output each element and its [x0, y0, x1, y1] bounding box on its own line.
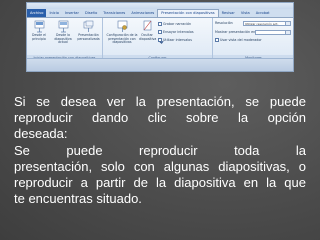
custom-slide-show-icon: [83, 20, 94, 32]
set-up-slide-show-button[interactable]: Configuración de la presentación con dia…: [105, 20, 139, 45]
body-line: te encuentras situado.: [14, 191, 142, 207]
resolution-value: Utilizar resolución act.: [245, 22, 279, 26]
rehearse-timings-checkbox[interactable]: Ensayar intervalos: [158, 29, 194, 35]
body-line: Se puede reproducir toda la: [14, 142, 306, 158]
record-narration-check-icon: [158, 22, 162, 26]
ribbon-panel: Desde el principio Desde la diapositiva …: [27, 18, 293, 61]
powerpoint-ribbon-screenshot: Archivo Inicio Insertar Diseño Transicio…: [26, 2, 294, 72]
group-set-up: Configuración de la presentación con dia…: [103, 18, 213, 61]
group-start-slide-show: Desde el principio Desde la diapositiva …: [27, 18, 103, 61]
tab-slide-show[interactable]: Presentación con diapositivas: [157, 9, 219, 17]
presenter-view-check-icon: [215, 38, 219, 42]
resolution-label-row: Resolución: [215, 20, 233, 26]
tab-acrobat[interactable]: Acrobat: [253, 9, 273, 17]
use-timings-checkbox[interactable]: Utilizar intervalos: [158, 37, 192, 43]
status-bar: [27, 58, 293, 71]
ribbon-tab-bar: Archivo Inicio Insertar Diseño Transicio…: [27, 9, 293, 18]
hide-slide-label: Ocultar diapositiva: [139, 33, 157, 41]
record-narration-label: Grabar narración: [163, 22, 192, 26]
rehearse-timings-check-icon: [158, 30, 162, 34]
tab-transitions[interactable]: Transiciones: [100, 9, 128, 17]
set-up-slide-show-label: Configuración de la presentación con dia…: [106, 33, 138, 45]
tab-home[interactable]: Inicio: [46, 9, 62, 17]
body-line: reproducir dando clic sobre la opción: [14, 110, 306, 126]
tab-file[interactable]: Archivo: [27, 9, 47, 17]
rehearse-timings-label: Ensayar intervalos: [163, 30, 194, 34]
resolution-label: Resolución: [215, 21, 233, 25]
slide-body-text: Si se desea ver la presentación, se pued…: [14, 94, 306, 207]
set-up-slide-show-icon: [117, 20, 127, 32]
show-on-label-row: Mostrar presentación en: [215, 29, 255, 35]
show-on-select[interactable]: [255, 30, 291, 35]
from-beginning-icon: [34, 20, 44, 33]
body-line: Si se desea ver la presentación, se pued…: [14, 94, 306, 109]
presenter-view-checkbox[interactable]: Usar vista del moderador: [215, 37, 262, 43]
use-timings-check-icon: [158, 38, 162, 42]
slide-background: Archivo Inicio Insertar Diseño Transicio…: [0, 0, 320, 240]
show-on-label: Mostrar presentación en: [215, 30, 256, 34]
body-line: presentación, solo con algunas diapositi…: [14, 158, 306, 174]
custom-slide-show-button[interactable]: Presentación personalizada: [76, 20, 101, 41]
chevron-down-icon: [285, 31, 290, 34]
use-timings-label: Utilizar intervalos: [163, 38, 192, 42]
tab-view[interactable]: Vista: [238, 9, 253, 17]
hide-slide-icon: [143, 20, 151, 31]
tab-design[interactable]: Diseño: [82, 9, 100, 17]
from-beginning-button[interactable]: Desde el principio: [28, 20, 50, 41]
from-current-slide-label: Desde la diapositiva actual: [54, 33, 72, 45]
record-narration-checkbox[interactable]: Grabar narración: [158, 21, 191, 27]
from-beginning-label: Desde el principio: [32, 33, 46, 41]
resolution-select[interactable]: Utilizar resolución act.: [243, 21, 291, 26]
from-current-slide-icon: [58, 20, 68, 33]
chevron-down-icon: [285, 22, 290, 25]
tab-animations[interactable]: Animaciones: [128, 9, 157, 17]
tab-insert[interactable]: Insertar: [62, 9, 82, 17]
from-current-slide-button[interactable]: Desde la diapositiva actual: [52, 20, 74, 45]
presenter-view-label: Usar vista del moderador: [220, 38, 262, 42]
tab-review[interactable]: Revisar: [219, 9, 238, 17]
body-line: reproducir a partir de la diapositiva en…: [14, 174, 306, 190]
body-line: deseada:: [14, 126, 68, 142]
custom-slide-show-label: Presentación personalizada: [77, 33, 100, 41]
hide-slide-button[interactable]: Ocultar diapositiva: [139, 20, 157, 41]
group-monitors: Resolución Utilizar resolución act. Most…: [213, 18, 293, 61]
